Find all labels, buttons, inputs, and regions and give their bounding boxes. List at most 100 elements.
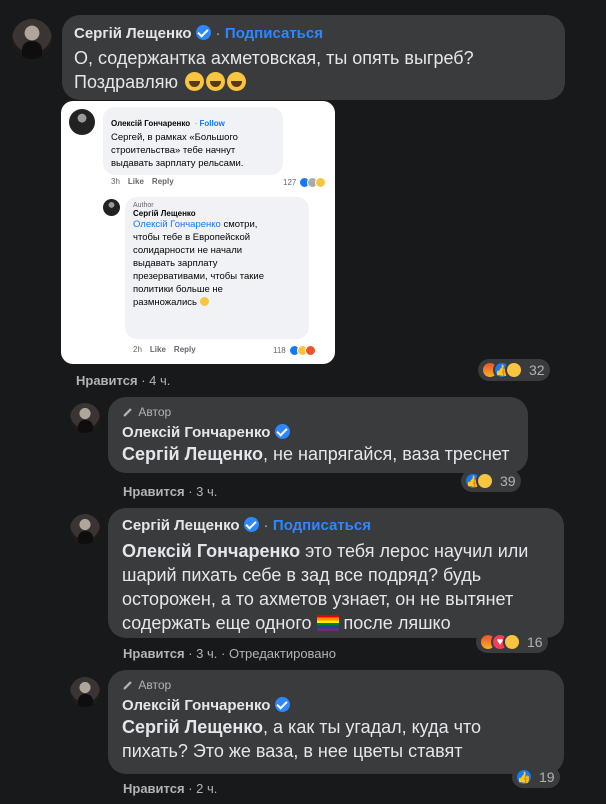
avatar[interactable] xyxy=(12,19,52,59)
reaction-summary[interactable]: ♥ 16 xyxy=(476,631,548,653)
embedded-text: выдавать зарплату xyxy=(133,258,218,269)
like-link[interactable]: Нравится xyxy=(123,781,185,796)
embedded-text: выдавать зарплату рельсами. xyxy=(111,158,244,169)
comment-meta: Нравится · 4 ч. xyxy=(76,373,170,388)
mention-link[interactable]: Олексій Гончаренко xyxy=(122,541,300,561)
haha-reaction-icon xyxy=(476,472,494,490)
embedded-time: 3h xyxy=(111,177,120,186)
comment-text: содержать еще одного xyxy=(122,613,312,633)
embedded-author-tag: Author xyxy=(133,202,154,209)
author-tag: Автор xyxy=(122,405,514,419)
comment-text: , а как ты угадал, куда что xyxy=(263,717,482,737)
comment-author[interactable]: Сергій Лещенко xyxy=(122,517,240,534)
reaction-count: 16 xyxy=(527,634,543,650)
haha-reaction-icon xyxy=(503,633,521,651)
laughing-emoji-icon xyxy=(227,72,247,91)
embedded-avatar xyxy=(103,199,120,216)
like-reaction-icon: 👍 xyxy=(515,768,533,786)
comment-author[interactable]: Олексій Гончаренко xyxy=(122,697,270,714)
reply-bubble: Автор Олексій Гончаренко Сергій Лещенко,… xyxy=(108,670,564,774)
like-link[interactable]: Нравится xyxy=(76,373,138,388)
attached-screenshot[interactable]: Олексій Гончаренко · Follow Сергей, в ра… xyxy=(61,101,335,364)
reaction-summary[interactable]: 👍 19 xyxy=(512,766,560,788)
reply-bubble: Автор Олексій Гончаренко Сергій Лещенко,… xyxy=(108,397,528,473)
verified-icon xyxy=(244,517,259,532)
comment-author[interactable]: Олексій Гончаренко xyxy=(122,424,270,441)
embedded-count: 118 xyxy=(273,346,286,355)
like-link[interactable]: Нравится xyxy=(123,646,185,661)
comment-time[interactable]: 3 ч. xyxy=(196,646,217,661)
comment-text: пихать? Это же ваза, в нее цветы ставят xyxy=(122,741,463,761)
embedded-text: размножались xyxy=(133,297,197,308)
comment-time[interactable]: 2 ч. xyxy=(196,781,217,796)
comment-author[interactable]: Сергій Лещенко xyxy=(74,25,192,42)
embedded-reply-bubble: Author Сергій Лещенко Олексій Гончаренко… xyxy=(125,197,309,339)
like-link[interactable]: Нравится xyxy=(123,484,185,499)
separator-dot: · xyxy=(141,373,146,388)
angry-reaction-icon xyxy=(304,345,316,356)
embedded-count: 127 xyxy=(283,178,297,187)
author-tag: Автор xyxy=(122,678,550,692)
author-tag-label: Автор xyxy=(138,405,172,419)
comment-time[interactable]: 4 ч. xyxy=(149,373,170,388)
comment-bubble: Сергій Лещенко · Подписаться О, содержан… xyxy=(62,15,565,100)
subscribe-link[interactable]: Подписаться xyxy=(273,517,371,534)
reaction-count: 39 xyxy=(500,473,516,489)
comment-meta: Нравится · 3 ч. · Отредактировано xyxy=(123,646,336,661)
embedded-text: строительства» тебе начнут xyxy=(111,145,236,156)
comment-text-line2: Поздравляю xyxy=(74,70,553,94)
avatar[interactable] xyxy=(70,403,100,433)
haha-reaction-icon xyxy=(315,177,327,188)
verified-icon xyxy=(274,424,290,439)
embedded-text: смотри, xyxy=(220,219,258,230)
reaction-count: 32 xyxy=(529,362,545,378)
separator-dot: · xyxy=(263,517,269,534)
verified-icon xyxy=(196,25,211,40)
comment-text: шарий пихать себе в зад все подряд? будь xyxy=(122,565,482,585)
reaction-count: 19 xyxy=(539,769,555,785)
embedded-text: Сергей, в рамках «Большого xyxy=(111,132,238,143)
separator-dot: · xyxy=(188,646,193,661)
embedded-reply: Reply xyxy=(151,177,174,186)
separator-dot: · xyxy=(215,25,221,42)
comment-text: Поздравляю xyxy=(74,72,179,92)
embedded-reply: Reply xyxy=(173,345,196,354)
pencil-icon xyxy=(123,408,132,417)
separator-dot: · xyxy=(188,781,193,796)
comment-text: , не напрягайся, ваза треснет xyxy=(263,444,510,464)
comment-text: осторожен, а то ахметов узнает, он не вы… xyxy=(122,589,514,609)
embedded-meta: 3h Like Reply xyxy=(111,177,174,186)
laughing-emoji-icon xyxy=(185,72,205,91)
avatar[interactable] xyxy=(70,514,100,544)
laughing-emoji-icon xyxy=(199,297,209,306)
laughing-emoji-icon xyxy=(206,72,226,91)
separator-dot: · xyxy=(221,646,226,661)
comment-time[interactable]: 3 ч. xyxy=(196,484,217,499)
comment-text: О, содержантка ахметовская, ты опять выг… xyxy=(74,48,474,68)
avatar[interactable] xyxy=(70,677,100,707)
embedded-mention: Олексій Гончаренко xyxy=(133,219,221,230)
rainbow-flag-icon xyxy=(316,615,339,631)
reaction-summary[interactable]: 👍 32 xyxy=(478,359,550,381)
embedded-text: политики больше не xyxy=(133,284,223,295)
embedded-time: 2h xyxy=(133,345,142,354)
embedded-avatar xyxy=(69,109,95,135)
comment-text: это тебя лерос научил или xyxy=(300,541,529,561)
mention-link[interactable]: Сергій Лещенко xyxy=(122,444,263,464)
embedded-text: чтобы тебе в Европейской xyxy=(133,232,251,243)
mention-link[interactable]: Сергій Лещенко xyxy=(122,717,263,737)
embedded-comment-bubble: Олексій Гончаренко · Follow Сергей, в ра… xyxy=(103,107,283,175)
comment-text: после ляшко xyxy=(343,613,451,633)
pencil-icon xyxy=(123,681,132,690)
comment-meta: Нравится · 3 ч. xyxy=(123,484,217,499)
follow-link: Follow xyxy=(199,119,225,128)
embedded-text: солидарности не начали xyxy=(133,245,243,256)
separator-dot: · xyxy=(188,484,193,499)
subscribe-link[interactable]: Подписаться xyxy=(225,25,323,42)
embedded-like: Like xyxy=(149,345,166,354)
edited-label: Отредактировано xyxy=(228,646,336,661)
comment-meta: Нравится · 2 ч. xyxy=(123,781,217,796)
reaction-summary[interactable]: 👍 39 xyxy=(461,470,521,492)
embedded-author: Олексій Гончаренко xyxy=(111,119,191,128)
embedded-author: Сергій Лещенко xyxy=(133,209,196,218)
